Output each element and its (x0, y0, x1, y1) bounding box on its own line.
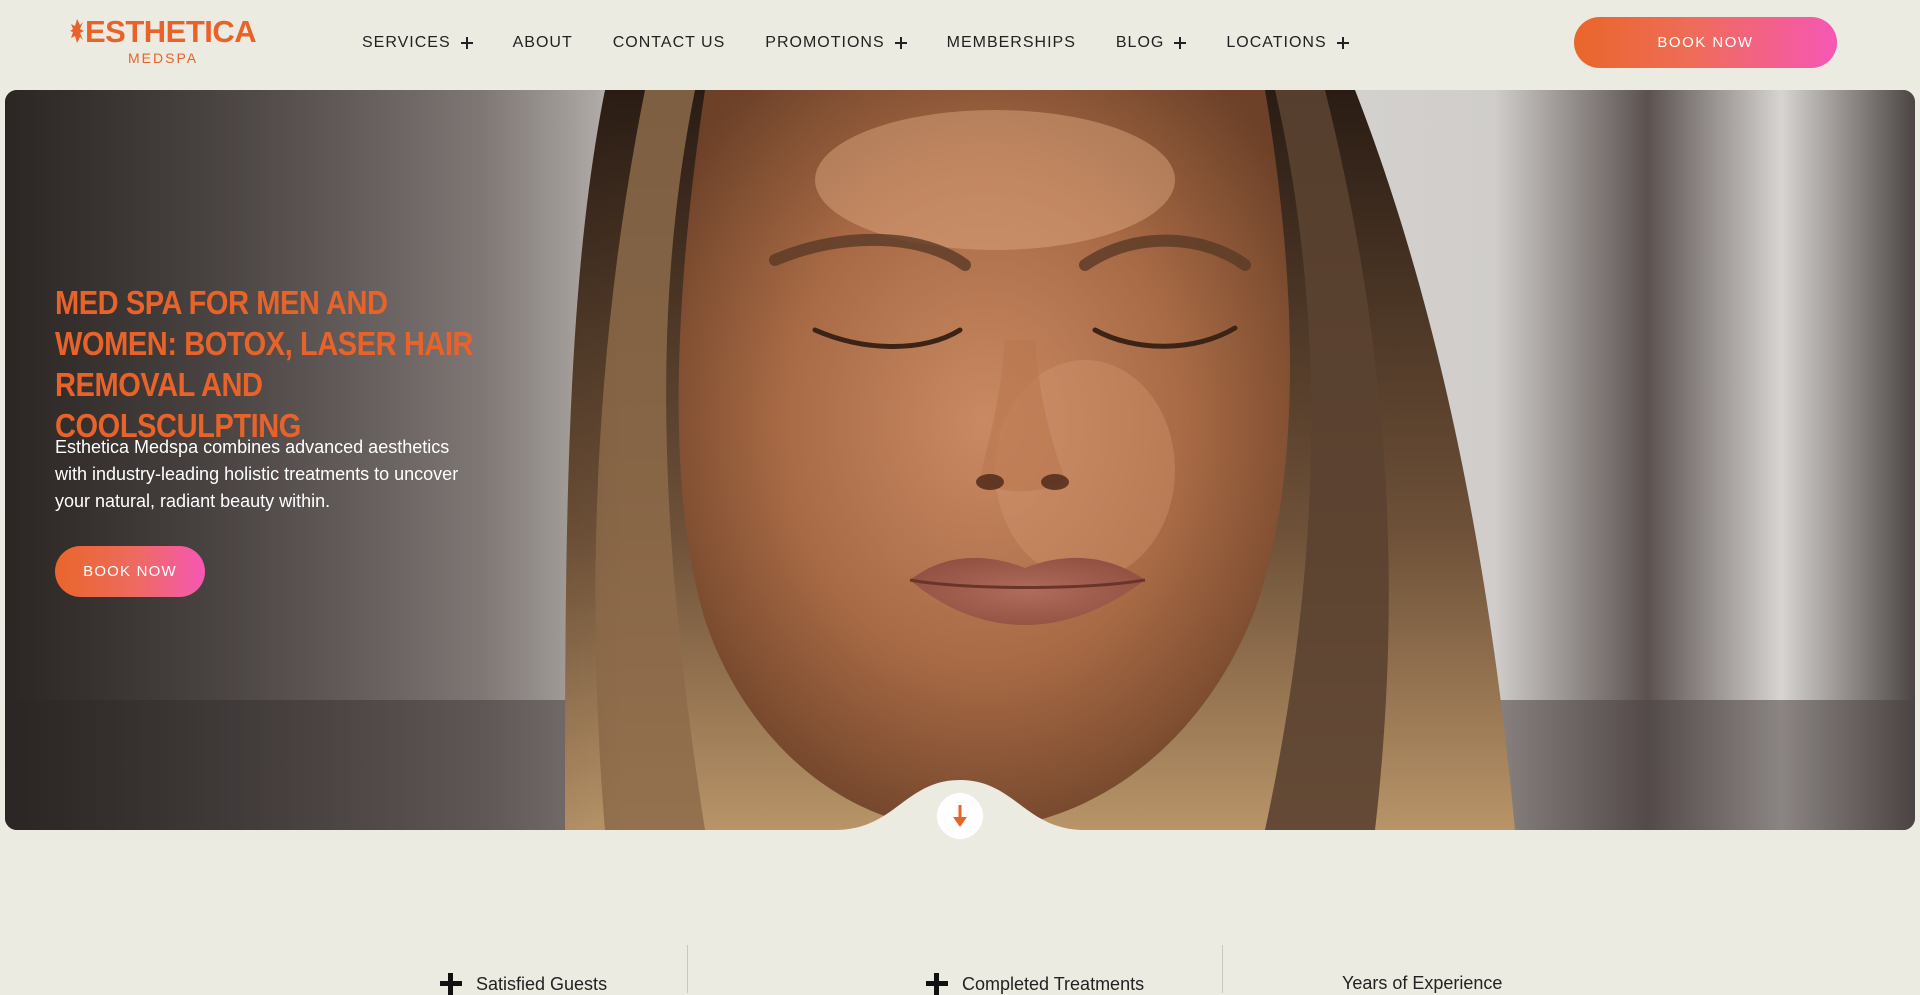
plus-icon (1174, 37, 1187, 49)
logo-wordmark: ESTHETICA (70, 14, 257, 49)
stat-label: Completed Treatments (962, 973, 1145, 994)
nav-label: PROMOTIONS (765, 34, 885, 51)
plus-icon (440, 973, 462, 995)
arrow-down-icon (953, 805, 967, 827)
book-now-button[interactable]: BOOK NOW (1574, 17, 1837, 68)
nav-label: LOCATIONS (1226, 34, 1327, 51)
nav-label: MEMBERSHIPS (946, 34, 1076, 51)
stat-label: Satisfied Guests (476, 973, 608, 994)
stats-strip: Satisfied Guests Completed Treatments Ye… (0, 945, 1920, 995)
logo-subtitle: MEDSPA (128, 50, 199, 66)
stat-divider (1222, 945, 1223, 993)
plus-icon (460, 37, 473, 49)
nav-label: BLOG (1115, 34, 1165, 51)
plus-icon (894, 37, 907, 49)
nav-label: SERVICES (362, 34, 451, 51)
logo-mark-icon (70, 19, 84, 43)
nav-item-services[interactable]: SERVICES (362, 34, 473, 52)
hero-book-now-button[interactable]: BOOK NOW (55, 546, 205, 597)
nav-item-about[interactable]: ABOUT (513, 34, 573, 52)
main-nav: SERVICES ABOUT CONTACT US PROMOTIONS MEM… (362, 0, 1389, 86)
stat-divider (687, 945, 688, 993)
brand-logo[interactable]: ESTHETICA MEDSPA (70, 14, 257, 68)
hero-section: MED SPA FOR MEN AND WOMEN: BOTOX, LASER … (5, 90, 1915, 830)
hero-title: MED SPA FOR MEN AND WOMEN: BOTOX, LASER … (55, 284, 474, 444)
plus-icon (926, 973, 948, 995)
nav-item-promotions[interactable]: PROMOTIONS (765, 34, 907, 52)
scroll-down-button[interactable] (937, 793, 983, 839)
nav-item-memberships[interactable]: MEMBERSHIPS (947, 34, 1076, 52)
stat-label: Years of Experience (1342, 973, 1503, 993)
stat-completed-treatments: Completed Treatments (926, 973, 1144, 995)
hero-subtitle: Esthetica Medspa combines advanced aesth… (55, 437, 459, 511)
site-header: ESTHETICA MEDSPA SERVICES ABOUT CONTACT … (0, 0, 1920, 90)
stat-satisfied-guests: Satisfied Guests (440, 973, 607, 995)
nav-label: ABOUT (512, 34, 573, 51)
stat-years-of-experience: Years of Experience (1342, 973, 1502, 994)
logo-name: ESTHETICA (85, 14, 257, 49)
plus-icon (1336, 37, 1349, 49)
nav-item-blog[interactable]: BLOG (1115, 34, 1187, 52)
nav-item-contact-us[interactable]: CONTACT US (613, 34, 726, 52)
nav-item-locations[interactable]: LOCATIONS (1226, 34, 1349, 52)
nav-label: CONTACT US (612, 34, 726, 51)
